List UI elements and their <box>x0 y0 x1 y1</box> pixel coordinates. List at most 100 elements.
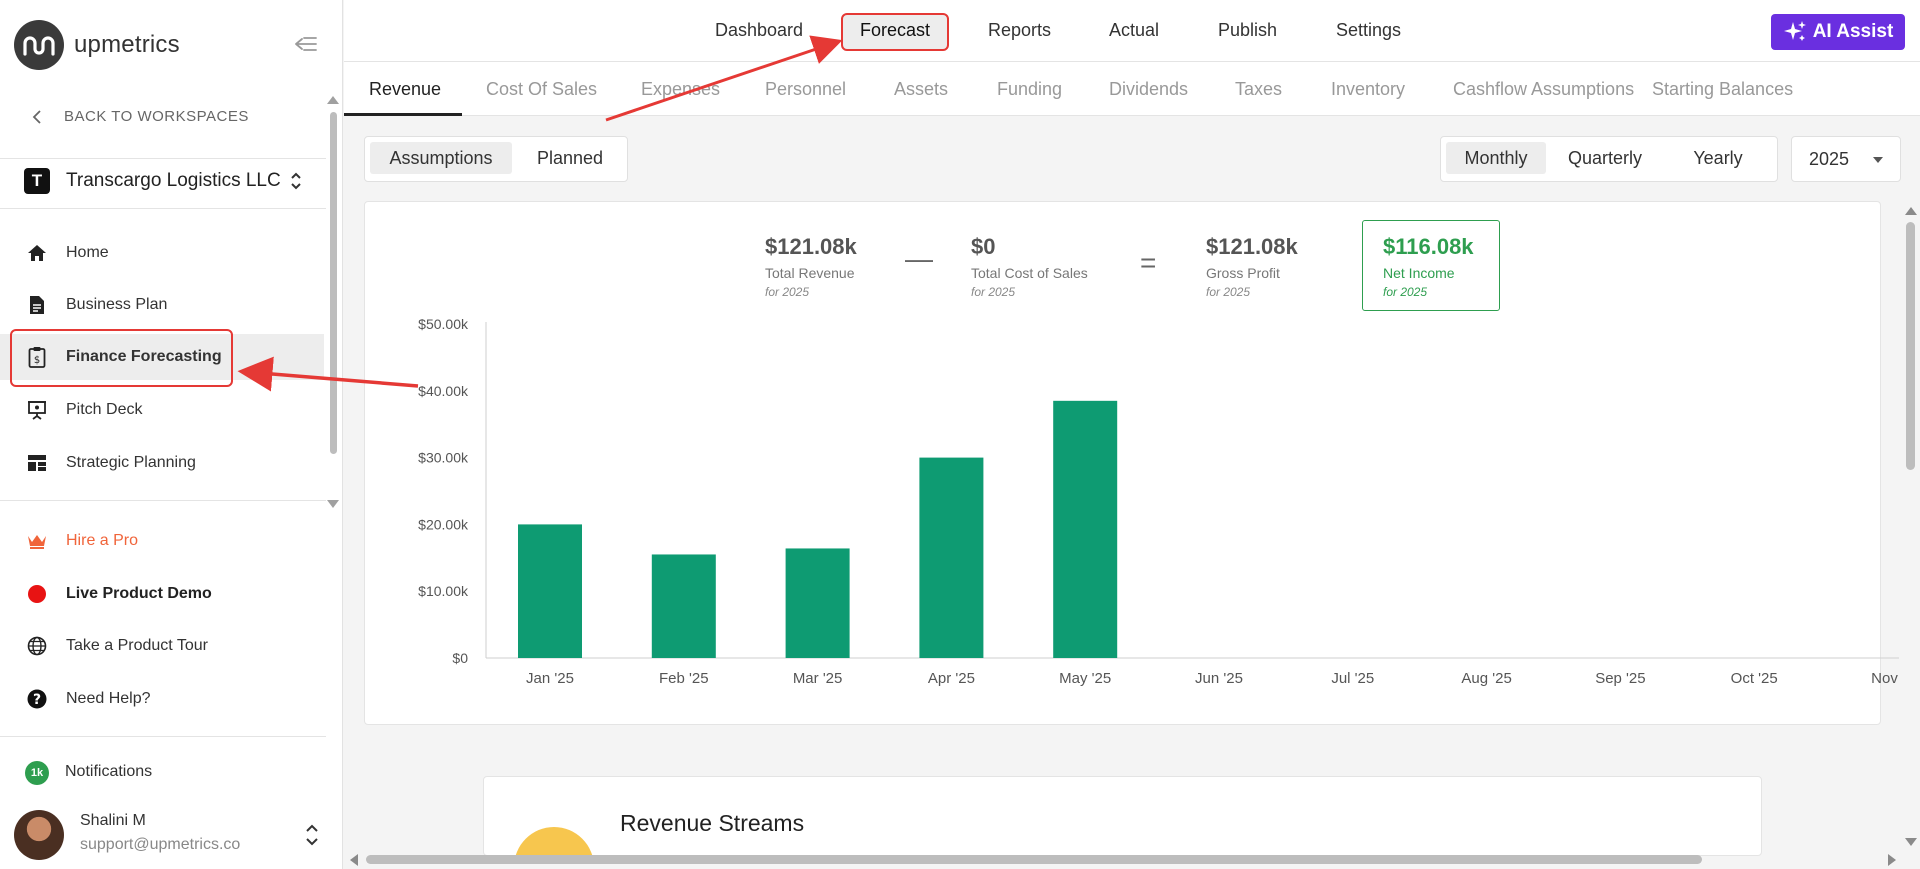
user-email: support@upmetrics.co <box>80 836 241 853</box>
notifications-badge[interactable]: 1k <box>25 761 49 785</box>
tab-personnel[interactable]: Personnel <box>765 79 846 100</box>
collapse-sidebar-button[interactable] <box>294 34 318 54</box>
tab-taxes[interactable]: Taxes <box>1235 79 1282 100</box>
x-tick-label: May '25 <box>1059 670 1111 687</box>
tab-assets[interactable]: Assets <box>894 79 948 100</box>
x-tick-label: Jan '25 <box>526 670 574 687</box>
highlight-box <box>10 329 233 387</box>
sidebar-item-label: Take a Product Tour <box>66 637 209 654</box>
nav-reports[interactable]: Reports <box>988 20 1051 41</box>
tab-starting-balances[interactable]: Starting Balances <box>1652 79 1793 100</box>
svg-text:?: ? <box>33 692 41 708</box>
scroll-down-arrow[interactable] <box>1905 838 1917 846</box>
mode-toggle: Assumptions Planned <box>364 136 628 182</box>
tab-dividends[interactable]: Dividends <box>1109 79 1188 100</box>
cost-of-sales-period: for 2025 <box>971 285 1016 299</box>
x-tick-label: Sep '25 <box>1595 670 1645 687</box>
cost-of-sales-value: $0 <box>971 234 996 259</box>
total-revenue-label: Total Revenue <box>765 265 855 281</box>
tab-funding[interactable]: Funding <box>997 79 1062 100</box>
sidebar-item-label: Strategic Planning <box>66 454 196 471</box>
sidebar-scroll-up-arrow[interactable] <box>327 96 339 104</box>
x-tick-label: Aug '25 <box>1461 670 1511 687</box>
sidebar-item-strategic-planning[interactable]: Strategic Planning <box>0 440 324 486</box>
scroll-right-arrow[interactable] <box>1888 854 1896 866</box>
y-tick-label: $30.00k <box>418 450 469 466</box>
x-tick-label: Jun '25 <box>1195 670 1243 687</box>
divider <box>0 500 326 501</box>
divider <box>0 158 326 159</box>
tab-cost-of-sales[interactable]: Cost Of Sales <box>486 79 597 100</box>
y-tick-label: $20.00k <box>418 516 469 532</box>
toggle-yearly[interactable]: Yearly <box>1664 142 1772 174</box>
revenue-bar[interactable] <box>785 548 850 658</box>
sidebar-item-business-plan[interactable]: Business Plan <box>0 282 324 328</box>
x-tick-label: Jul '25 <box>1331 670 1374 687</box>
home-icon <box>26 242 48 264</box>
toggle-monthly[interactable]: Monthly <box>1446 142 1546 174</box>
avatar[interactable] <box>14 810 64 860</box>
minus-operator: — <box>905 243 933 274</box>
equals-operator: = <box>1140 247 1157 278</box>
sidebar-item-need-help[interactable]: ? Need Help? <box>0 676 324 722</box>
sidebar-item-label: Live Product Demo <box>66 585 212 602</box>
revenue-bar[interactable] <box>651 554 716 658</box>
gross-profit-value: $121.08k <box>1206 234 1298 259</box>
scroll-left-arrow[interactable] <box>350 854 358 866</box>
y-tick-label: $10.00k <box>418 583 469 599</box>
toggle-assumptions[interactable]: Assumptions <box>370 142 512 174</box>
sidebar-scroll-down-arrow[interactable] <box>327 500 339 508</box>
toggle-quarterly[interactable]: Quarterly <box>1549 142 1661 174</box>
horizontal-scrollbar-thumb[interactable] <box>366 855 1702 864</box>
tab-inventory[interactable]: Inventory <box>1331 79 1405 100</box>
tab-cashflow-assumptions[interactable]: Cashflow Assumptions <box>1453 79 1634 100</box>
globe-icon <box>26 635 48 657</box>
company-initial-badge: T <box>24 168 50 194</box>
nav-dashboard[interactable]: Dashboard <box>715 20 803 41</box>
sidebar-scrollbar-thumb[interactable] <box>330 112 337 454</box>
notifications-link[interactable]: Notifications <box>65 763 152 781</box>
nav-forecast[interactable]: Forecast <box>860 20 930 41</box>
toggle-planned[interactable]: Planned <box>515 142 625 174</box>
y-tick-label: $0 <box>452 650 468 666</box>
sidebar-item-label: Home <box>66 244 109 261</box>
sidebar-item-label: Business Plan <box>66 296 168 313</box>
sidebar-item-hire-a-pro[interactable]: Hire a Pro <box>0 518 324 564</box>
sidebar-item-home[interactable]: Home <box>0 230 324 276</box>
nav-actual[interactable]: Actual <box>1109 20 1159 41</box>
revenue-bar[interactable] <box>1053 400 1118 658</box>
user-name: Shalini M <box>80 812 146 829</box>
net-income-period: for 2025 <box>1383 285 1428 299</box>
crown-icon <box>26 530 48 552</box>
upmetrics-logo-icon <box>14 20 64 70</box>
scroll-up-arrow[interactable] <box>1905 207 1917 215</box>
tab-expenses[interactable]: Expenses <box>641 79 720 100</box>
year-value: 2025 <box>1809 148 1850 169</box>
sidebar-item-product-tour[interactable]: Take a Product Tour <box>0 623 324 669</box>
sidebar-item-live-product-demo[interactable]: Live Product Demo <box>0 571 324 617</box>
back-label: BACK TO WORKSPACES <box>64 108 249 125</box>
document-icon <box>26 294 48 316</box>
y-tick-label: $50.00k <box>418 316 469 332</box>
revenue-bar[interactable] <box>919 457 984 658</box>
ai-assist-button[interactable]: AI Assist <box>1771 14 1905 50</box>
nav-settings[interactable]: Settings <box>1336 20 1401 41</box>
main-scrollbar-thumb[interactable] <box>1906 222 1915 470</box>
chevron-left-icon <box>32 109 41 124</box>
chevron-updown-icon <box>291 172 301 190</box>
revenue-bar[interactable] <box>518 524 582 658</box>
y-tick-label: $40.00k <box>418 383 469 399</box>
revenue-streams-title: Revenue Streams <box>620 810 805 836</box>
brand-logo[interactable]: upmetrics <box>14 20 180 70</box>
sidebar-item-pitch-deck[interactable]: Pitch Deck <box>0 387 324 433</box>
chevron-updown-icon[interactable] <box>304 820 320 850</box>
back-to-workspaces-link[interactable]: BACK TO WORKSPACES <box>28 108 249 125</box>
tab-revenue[interactable]: Revenue <box>369 79 441 100</box>
year-select[interactable]: 2025 <box>1791 136 1901 182</box>
x-tick-label: Oct '25 <box>1731 670 1778 687</box>
ai-assist-label: AI Assist <box>1812 21 1894 42</box>
caret-down-icon <box>1873 157 1883 163</box>
nav-publish[interactable]: Publish <box>1218 20 1277 41</box>
company-switcher[interactable]: T Transcargo Logistics LLC <box>24 168 303 194</box>
active-tab-indicator <box>344 113 462 116</box>
